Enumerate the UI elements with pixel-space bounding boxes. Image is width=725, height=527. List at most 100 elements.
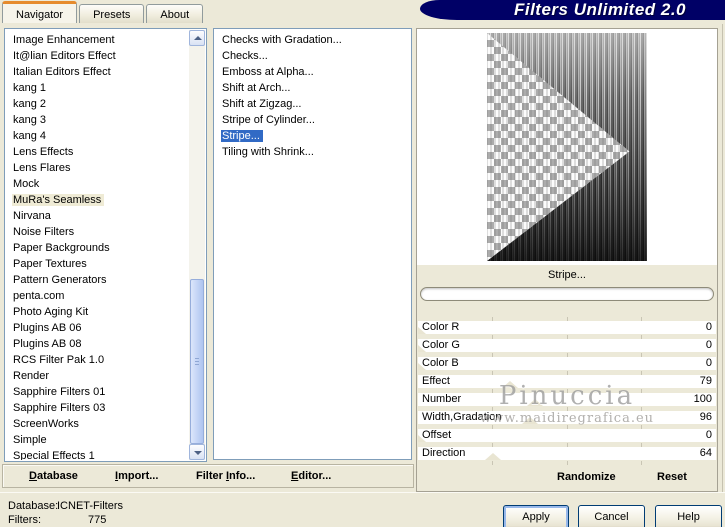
tab-about[interactable]: About [146,4,204,23]
slider-thumb[interactable] [418,345,426,352]
list-item-mock[interactable]: Mock [6,176,188,192]
list-item-label: Tiling with Shrink... [222,146,314,158]
list-item-screenworks[interactable]: ScreenWorks [6,416,188,432]
footer-button-database[interactable]: Database [29,465,78,487]
list-item-sapphire-filters-01[interactable]: Sapphire Filters 01 [6,384,188,400]
slider-track[interactable]: Direction 64 [418,447,716,460]
list-item-lens-flares[interactable]: Lens Flares [6,160,188,176]
slider-label: Color B [422,357,459,369]
list-item-label: Nirvana [13,210,51,222]
slider-thumb[interactable] [526,399,543,406]
list-item-label: Checks with Gradation... [222,34,342,46]
cancel-button[interactable]: Cancel [578,505,645,527]
slider-row-width-gradation[interactable]: Width,Gradation 96 [417,411,717,429]
list-item-plugins-ab-06[interactable]: Plugins AB 06 [6,320,188,336]
list-item-plugins-ab-08[interactable]: Plugins AB 08 [6,336,188,352]
list-item-tiling-with-shrink[interactable]: Tiling with Shrink... [215,144,410,160]
slider-value: 79 [699,375,712,387]
list-item-checks-with-gradation[interactable]: Checks with Gradation... [215,32,410,48]
slider-label: Color G [422,339,460,351]
list-item-paper-backgrounds[interactable]: Paper Backgrounds [6,240,188,256]
slider-track[interactable]: Effect 79 [418,375,716,388]
slider-row-direction[interactable]: Direction 64 [417,447,717,465]
list-item-kang-4[interactable]: kang 4 [6,128,188,144]
slider-thumb[interactable] [502,381,519,388]
slider-thumb[interactable] [418,327,426,334]
list-item-nirvana[interactable]: Nirvana [6,208,188,224]
slider-value: 64 [699,447,712,459]
list-item-label: Mock [13,178,40,190]
navigator-scrollbar[interactable] [189,30,205,460]
slider-track[interactable]: Color G 0 [418,339,716,352]
scroll-up-icon[interactable] [189,30,205,46]
list-item-photo-aging-kit[interactable]: Photo Aging Kit [6,304,188,320]
list-item-label: Italian Editors Effect [13,66,111,78]
slider-row-color-r[interactable]: Color R 0 [417,321,717,339]
tab-presets[interactable]: Presets [79,4,145,23]
footer-button-import[interactable]: Import... [115,465,158,487]
list-item-paper-textures[interactable]: Paper Textures [6,256,188,272]
list-item-it-lian-editors-effect[interactable]: It@lian Editors Effect [6,48,188,64]
status-filters-value: 775 [88,514,107,526]
list-item-label: Image Enhancement [13,34,115,46]
list-item-kang-2[interactable]: kang 2 [6,96,188,112]
list-item-stripe[interactable]: Stripe... [215,128,410,144]
app-title: Filters Unlimited 2.0 [513,0,687,19]
navigator-listbox: Image Enhancement It@lian Editors Effect I… [4,28,207,462]
list-item-label: Paper Backgrounds [13,242,110,254]
footer-button-editor[interactable]: Editor... [291,465,331,487]
panel-right-border [722,24,723,492]
list-item-pattern-generators[interactable]: Pattern Generators [6,272,188,288]
list-item-stripe-of-cylinder[interactable]: Stripe of Cylinder... [215,112,410,128]
list-item-label: ScreenWorks [13,418,79,430]
slider-row-offset[interactable]: Offset 0 [417,429,717,447]
list-item-label: Plugins AB 06 [13,322,82,334]
slider-row-number[interactable]: Number 100 [417,393,717,411]
list-item-sapphire-filters-03[interactable]: Sapphire Filters 03 [6,400,188,416]
list-item-noise-filters[interactable]: Noise Filters [6,224,188,240]
randomize-button[interactable]: Randomize [557,471,616,483]
list-item-image-enhancement[interactable]: Image Enhancement [6,32,188,48]
list-item-simple[interactable]: Simple [6,432,188,448]
list-item-italian-editors-effect[interactable]: Italian Editors Effect [6,64,188,80]
footer-button-filter-info[interactable]: Filter Info... [196,465,255,487]
slider-track[interactable]: Number 100 [418,393,716,406]
slider-row-color-g[interactable]: Color G 0 [417,339,717,357]
slider-value: 0 [705,321,712,333]
list-item-render[interactable]: Render [6,368,188,384]
reset-button[interactable]: Reset [657,471,687,483]
slider-row-color-b[interactable]: Color B 0 [417,357,717,375]
list-item-kang-1[interactable]: kang 1 [6,80,188,96]
list-item-label: kang 1 [13,82,47,94]
scroll-down-icon[interactable] [189,444,205,460]
list-item-shift-at-zigzag[interactable]: Shift at Zigzag... [215,96,410,112]
slider-thumb[interactable] [484,453,501,460]
slider-value: 0 [705,357,712,369]
list-item-shift-at-arch[interactable]: Shift at Arch... [215,80,410,96]
list-item-label: Plugins AB 08 [13,338,82,350]
slider-thumb[interactable] [418,363,426,370]
slider-row-effect[interactable]: Effect 79 [417,375,717,393]
list-item-mura-s-seamless[interactable]: MuRa's Seamless [6,192,188,208]
slider-track[interactable]: Color B 0 [418,357,716,370]
slider-track[interactable]: Width,Gradation 96 [418,411,716,424]
tab-navigator[interactable]: Navigator [2,1,78,23]
list-item-kang-3[interactable]: kang 3 [6,112,188,128]
slider-thumb[interactable] [522,417,539,424]
list-item-special-effects-1[interactable]: Special Effects 1 [6,448,188,460]
slider-label: Direction [422,447,466,459]
list-item-checks[interactable]: Checks... [215,48,410,64]
filter-listbox: Checks with Gradation... Checks... Emboss … [213,28,412,460]
list-item-emboss-at-alpha[interactable]: Emboss at Alpha... [215,64,410,80]
slider-label: Width,Gradation [422,411,502,423]
scrollbar-thumb[interactable] [190,279,204,444]
slider-track[interactable]: Offset 0 [418,429,716,442]
list-item-label: RCS Filter Pak 1.0 [13,354,105,366]
list-item-penta-com[interactable]: penta.com [6,288,188,304]
list-item-lens-effects[interactable]: Lens Effects [6,144,188,160]
slider-track[interactable]: Color R 0 [418,321,716,334]
help-button[interactable]: Help [655,505,722,527]
list-item-rcs-filter-pak-1-0[interactable]: RCS Filter Pak 1.0 [6,352,188,368]
slider-thumb[interactable] [418,435,426,442]
apply-button[interactable]: Apply [503,505,569,527]
